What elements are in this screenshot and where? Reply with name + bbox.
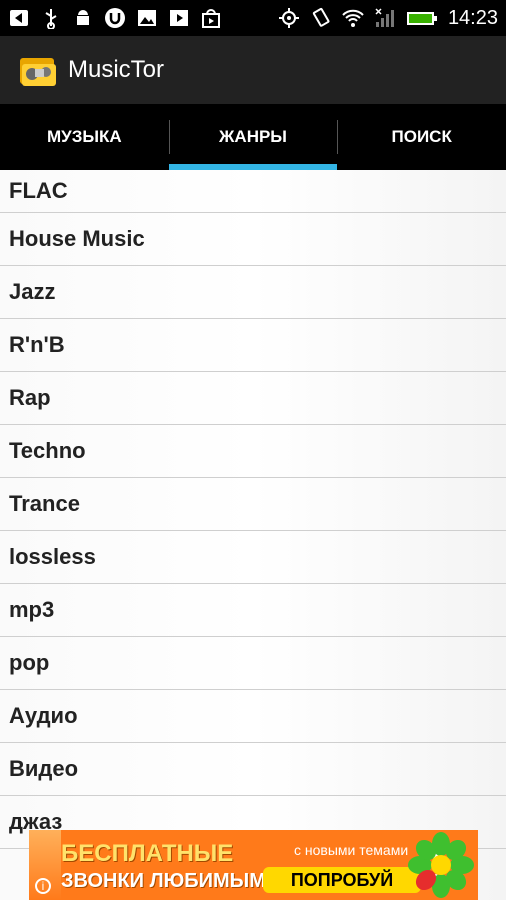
info-icon[interactable]: i [35,878,51,894]
ad-headline: БЕСПЛАТНЫЕ [61,840,234,867]
status-icons-left [8,4,222,32]
icq-flower-icon [408,832,474,898]
ad-banner[interactable]: i БЕСПЛАТНЫЕ ЗВОНКИ ЛЮБИМЫМ с новыми тем… [29,830,478,900]
ad-subheadline: ЗВОНКИ ЛЮБИМЫМ [61,870,266,892]
usb-icon [40,7,62,29]
list-item[interactable]: R'n'B [0,319,506,372]
list-item[interactable]: Techno [0,425,506,478]
tab-music[interactable]: МУЗЫКА [0,104,169,170]
app-folder-icon[interactable] [18,50,58,90]
list-item[interactable]: mp3 [0,584,506,637]
android-icon [72,7,94,29]
genre-list: FLAC House Music Jazz R'n'B Rap Techno T… [0,170,506,900]
tab-genres[interactable]: ЖАНРЫ [168,104,338,170]
list-item[interactable]: Видео [0,743,506,796]
app-title: MusicTor [68,56,165,83]
action-bar: MusicTor [0,36,506,104]
signal-icon [374,7,396,29]
rotate-icon [310,7,332,29]
list-item[interactable]: Jazz [0,266,506,319]
back-icon [8,7,30,29]
list-item[interactable]: Trance [0,478,506,531]
wifi-icon [342,7,364,29]
gps-icon [278,7,300,29]
list-item[interactable]: lossless [0,531,506,584]
ad-small-text: с новыми темами [294,842,409,858]
status-bar: 14:23 [0,0,506,36]
torrent-icon [104,7,126,29]
list-item[interactable]: Аудио [0,690,506,743]
play-store-icon [200,7,222,29]
status-icons-right: 14:23 [278,4,498,32]
battery-icon [406,7,438,29]
status-time: 14:23 [447,6,498,29]
tab-search[interactable]: ПОИСК [337,104,506,170]
list-item[interactable]: pop [0,637,506,690]
play-icon [168,7,190,29]
ad-try-button[interactable]: ПОПРОБУЙ [263,867,421,893]
tab-bar: МУЗЫКА ЖАНРЫ ПОИСК [0,104,506,170]
image-icon [136,7,158,29]
list-item[interactable]: House Music [0,213,506,266]
list-item[interactable]: Rap [0,372,506,425]
list-item[interactable]: FLAC [0,170,506,213]
